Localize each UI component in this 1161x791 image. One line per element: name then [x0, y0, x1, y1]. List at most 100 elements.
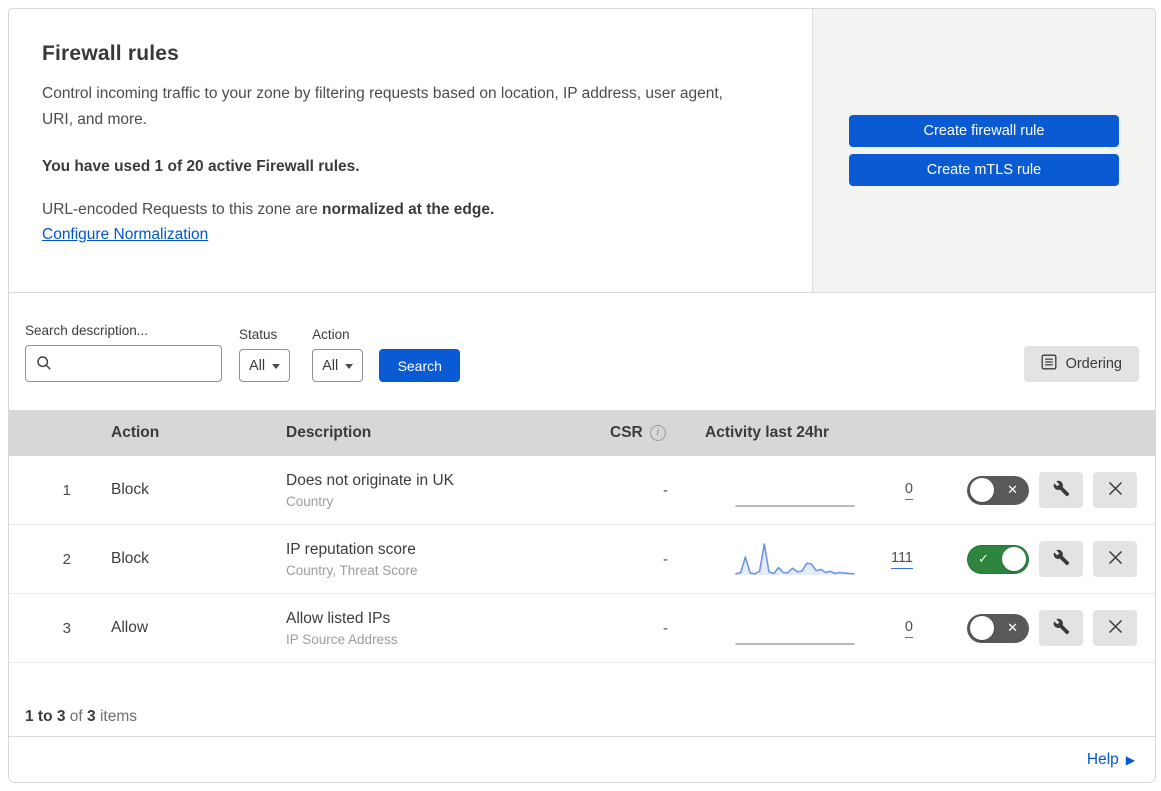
caret-down-icon	[345, 363, 354, 369]
table-body: 1 Block Does not originate in UK Country…	[9, 456, 1155, 664]
wrench-icon	[1053, 618, 1070, 638]
page-description: Control incoming traffic to your zone by…	[42, 85, 723, 128]
page-title: Firewall rules	[42, 42, 180, 65]
edit-rule-button[interactable]	[1039, 472, 1083, 509]
rule-action: Block	[111, 481, 149, 499]
ordering-list-icon	[1041, 354, 1057, 374]
rule-index: 3	[62, 619, 71, 637]
rule-action: Block	[111, 550, 149, 568]
rule-activity-cell: 0	[701, 470, 931, 510]
column-csr: CSR i	[601, 424, 701, 442]
configure-normalization-link[interactable]: Configure Normalization	[42, 226, 208, 243]
close-icon	[1108, 550, 1123, 568]
firewall-rules-card: Firewall rules Control incoming traffic …	[8, 8, 1156, 783]
normalization-note: URL-encoded Requests to this zone are no…	[42, 201, 495, 218]
help-link-label: Help	[1086, 750, 1119, 768]
search-field-group: Search description...	[25, 323, 222, 383]
rule-enabled-toggle[interactable]: ✓ ✕	[967, 613, 1029, 643]
search-box	[25, 345, 222, 383]
column-activity: Activity last 24hr	[705, 424, 830, 442]
activity-sparkline	[735, 608, 855, 648]
usage-note: You have used 1 of 20 active Firewall ru…	[42, 158, 360, 175]
rule-enabled-toggle[interactable]: ✓ ✕	[967, 544, 1029, 574]
activity-sparkline	[735, 470, 855, 510]
items-total: 3	[87, 707, 96, 725]
header-section: Firewall rules Control incoming traffic …	[9, 9, 1155, 294]
rule-controls: ✓ ✕	[931, 610, 1155, 647]
search-label: Search description...	[25, 323, 149, 339]
status-dropdown[interactable]: All	[239, 349, 291, 383]
rule-controls: ✓ ✕	[931, 541, 1155, 578]
rule-action: Allow	[111, 619, 149, 637]
rule-criteria: Country, Threat Score	[286, 562, 418, 578]
rule-csr-value: -	[663, 481, 668, 499]
actions-panel: Create firewall rule Create mTLS rule	[812, 9, 1155, 293]
status-label: Status	[239, 327, 278, 343]
delete-rule-button[interactable]	[1093, 610, 1137, 647]
rule-criteria: Country	[286, 493, 334, 509]
activity-count-link[interactable]: 111	[890, 550, 913, 569]
status-filter-group: Status All	[239, 327, 291, 383]
rule-index: 2	[62, 550, 71, 568]
caret-down-icon	[272, 363, 281, 369]
rule-activity-cell: 111	[701, 539, 931, 579]
rule-description: Allow listed IPs	[286, 609, 391, 627]
column-action: Action	[111, 424, 160, 442]
rule-criteria: IP Source Address	[286, 631, 398, 647]
action-label: Action	[312, 327, 350, 343]
rule-description-cell: Allow listed IPs IP Source Address	[277, 610, 601, 647]
table-row: 3 Allow Allow listed IPs IP Source Addre…	[9, 594, 1155, 664]
create-firewall-rule-button[interactable]: Create firewall rule	[849, 115, 1119, 148]
action-filter-group: Action All	[312, 327, 364, 383]
rule-description-cell: IP reputation score Country, Threat Scor…	[277, 541, 601, 578]
items-range: 1 to 3	[25, 707, 66, 725]
create-mtls-rule-button[interactable]: Create mTLS rule	[849, 154, 1119, 187]
toggle-knob	[970, 616, 994, 641]
action-dropdown[interactable]: All	[312, 349, 364, 383]
rule-csr-value: -	[663, 619, 668, 637]
x-icon: ✕	[1007, 482, 1018, 498]
items-text: items	[99, 707, 138, 725]
activity-count-link[interactable]: 0	[904, 619, 913, 638]
info-icon[interactable]: i	[649, 425, 666, 442]
status-dropdown-value: All	[249, 357, 266, 374]
action-dropdown-value: All	[322, 357, 339, 374]
delete-rule-button[interactable]	[1093, 541, 1137, 578]
rule-controls: ✓ ✕	[931, 472, 1155, 509]
help-strip: Help ▶	[9, 736, 1155, 782]
rule-activity-cell: 0	[701, 608, 931, 648]
table-footer: 1 to 3 of 3 items	[9, 663, 1155, 736]
activity-count-link[interactable]: 0	[904, 481, 913, 500]
edit-rule-button[interactable]	[1039, 541, 1083, 578]
x-icon: ✕	[1007, 620, 1018, 636]
close-icon	[1108, 619, 1123, 637]
rule-description: Does not originate in UK	[286, 471, 455, 489]
of-text: of	[69, 707, 83, 725]
wrench-icon	[1053, 480, 1070, 500]
edit-rule-button[interactable]	[1039, 610, 1083, 647]
help-link[interactable]: Help ▶	[1087, 751, 1135, 769]
filter-bar: Search description... Status All Action …	[9, 293, 1155, 411]
rule-description: IP reputation score	[286, 540, 416, 558]
help-arrow-icon: ▶	[1125, 752, 1135, 767]
wrench-icon	[1053, 549, 1070, 569]
search-description-input[interactable]	[25, 345, 222, 383]
check-icon: ✓	[978, 551, 989, 567]
table-header: Action Description CSR i Activity last 2…	[9, 410, 1155, 457]
search-button[interactable]: Search	[379, 349, 461, 383]
close-icon	[1108, 481, 1123, 499]
toggle-knob	[970, 478, 994, 503]
toggle-knob	[1002, 547, 1026, 572]
rule-description-cell: Does not originate in UK Country	[277, 472, 601, 509]
rule-enabled-toggle[interactable]: ✓ ✕	[967, 475, 1029, 505]
ordering-button-label: Ordering	[1065, 356, 1122, 373]
table-row: 2 Block IP reputation score Country, Thr…	[9, 525, 1155, 595]
rule-index: 1	[62, 481, 71, 499]
column-description: Description	[286, 424, 372, 442]
rule-csr-value: -	[663, 550, 668, 568]
activity-sparkline	[735, 539, 855, 579]
table-row: 1 Block Does not originate in UK Country…	[9, 456, 1155, 526]
header-text-block: Firewall rules Control incoming traffic …	[9, 9, 812, 292]
delete-rule-button[interactable]	[1093, 472, 1137, 509]
ordering-button[interactable]: Ordering	[1023, 346, 1139, 383]
